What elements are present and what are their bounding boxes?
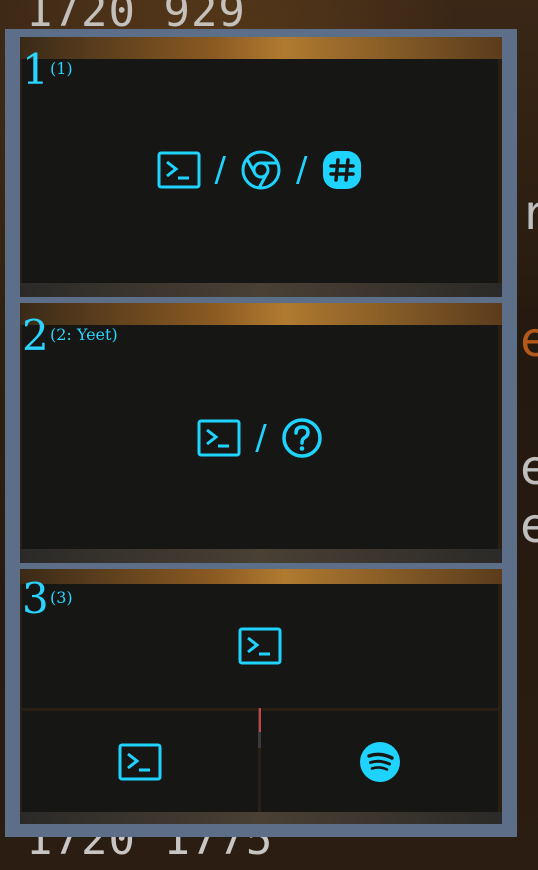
workspace-3[interactable]: 3 (3) (20, 569, 502, 824)
workspace-number: 1 (22, 45, 49, 94)
app-window-bottom-right[interactable] (261, 711, 498, 812)
terminal-icon[interactable] (118, 743, 162, 781)
separator: / (214, 150, 226, 190)
app-window-top[interactable] (22, 584, 498, 708)
separator: / (296, 150, 308, 190)
chrome-icon[interactable] (240, 149, 282, 191)
unknown-app-icon[interactable] (281, 417, 323, 459)
slack-icon[interactable] (321, 149, 363, 191)
separator: / (255, 418, 267, 458)
app-icon-row: / (22, 417, 498, 459)
workspace-number: 2 (22, 311, 49, 360)
app-window-bottom-left[interactable] (22, 711, 258, 812)
app-window-content (22, 584, 498, 708)
workspace-2[interactable]: / 2 (2: Yeet) (20, 303, 502, 563)
workspace-label: (1) (50, 59, 73, 78)
workspace-label: (2: Yeet) (50, 325, 118, 344)
wallpaper-strip (20, 569, 502, 584)
workspace-1[interactable]: / / 1 (1) (20, 37, 502, 297)
app-window-content (261, 711, 498, 812)
app-icon-row: / / (22, 149, 498, 191)
wallpaper-strip (20, 283, 502, 297)
workspace-overview: / / 1 (1) / 2 (2: Yeet) 3 (3) (5, 29, 517, 837)
wallpaper-strip (20, 303, 502, 325)
background-text-fragment: e (520, 440, 538, 496)
wallpaper-strip (20, 549, 502, 563)
background-text-fragment: e (520, 498, 538, 554)
terminal-icon[interactable] (238, 627, 282, 665)
focus-indicator (259, 708, 261, 732)
wallpaper-strip (20, 812, 502, 824)
spotify-icon[interactable] (359, 741, 401, 783)
workspace-number: 3 (22, 574, 49, 623)
terminal-icon[interactable] (197, 419, 241, 457)
workspace-label: (3) (50, 588, 73, 607)
terminal-icon[interactable] (157, 151, 201, 189)
tabbed-container[interactable]: / (22, 325, 498, 549)
background-text-fragment: r (520, 185, 538, 241)
tabbed-container[interactable]: / / (22, 59, 498, 283)
wallpaper-strip (20, 37, 502, 59)
app-window-content (22, 711, 258, 812)
background-text-fragment: e (520, 312, 538, 368)
